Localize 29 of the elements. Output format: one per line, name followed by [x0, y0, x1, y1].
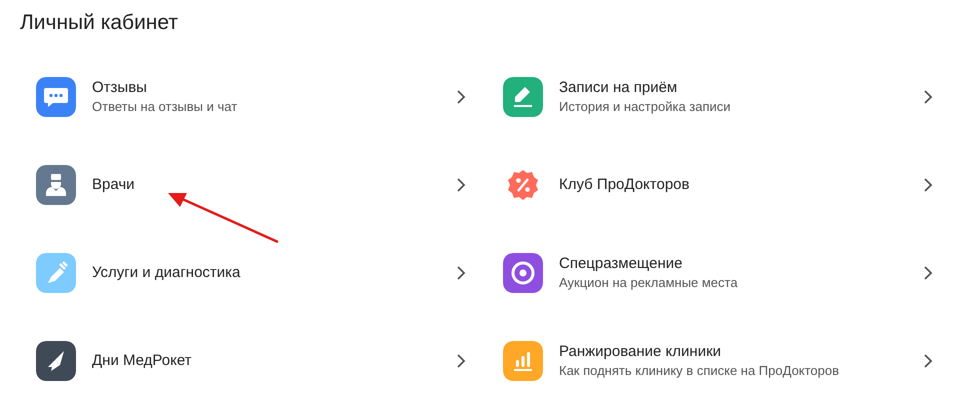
chevron-right-icon: [456, 177, 466, 193]
menu-item[interactable]: Врачи: [36, 141, 466, 229]
chevron-right-icon: [456, 89, 466, 105]
menu-item[interactable]: Записи на приём История и настройка записи: [503, 53, 933, 141]
page-title: Личный кабинет: [20, 10, 179, 36]
item-subtitle: Аукцион на рекламные места: [559, 274, 738, 292]
chevron-right-icon: [456, 265, 466, 281]
menu-item[interactable]: Ранжирование клиники Как поднять клинику в списке на ПроДокторов: [503, 317, 933, 405]
item-title: Спецразмещение: [559, 254, 684, 274]
chevron-right-icon: [923, 177, 933, 193]
item-title: Клуб ПроДокторов: [559, 175, 690, 195]
item-title: Услуги и диагностика: [92, 263, 240, 283]
item-title: Врачи: [92, 175, 135, 195]
item-subtitle: Как поднять клинику в списке на ПроДокторов: [559, 362, 840, 380]
chevron-right-icon: [923, 353, 933, 369]
chevron-right-icon: [456, 353, 466, 369]
menu-item[interactable]: Клуб ПроДокторов: [503, 141, 933, 229]
menu-item[interactable]: Дни МедРокет: [36, 317, 466, 405]
item-title: Отзывы: [92, 78, 148, 98]
item-title: Ранжирование клиники: [559, 342, 722, 362]
menu-item[interactable]: Отзывы Ответы на отзывы и чат: [36, 53, 466, 141]
menu-item[interactable]: Услуги и диагностика: [36, 229, 466, 317]
chevron-right-icon: [923, 89, 933, 105]
menu-item[interactable]: Спецразмещение Аукцион на рекламные места: [503, 229, 933, 317]
chevron-right-icon: [923, 265, 933, 281]
item-title: Дни МедРокет: [92, 351, 192, 371]
item-subtitle: Ответы на отзывы и чат: [92, 98, 238, 116]
item-subtitle: История и настройка записи: [559, 98, 731, 116]
item-title: Записи на приём: [559, 78, 678, 98]
